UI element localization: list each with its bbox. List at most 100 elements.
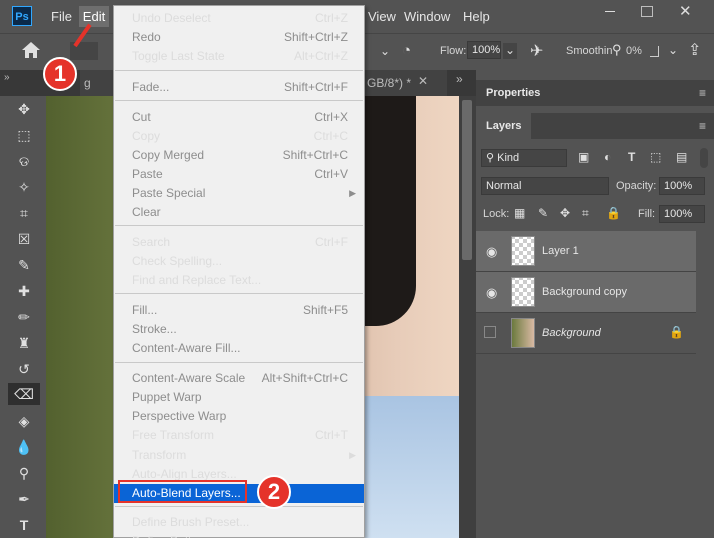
filter-pixel-icon[interactable]: ▣ [578,150,589,164]
close-icon[interactable]: ✕ [679,2,692,20]
step-2-callout: 2 [257,475,291,509]
blend-mode-select[interactable]: Normal [481,177,609,195]
layer-row[interactable]: ◉ Layer 1 [476,231,696,272]
menu-item[interactable]: Find and Replace Text... [114,271,364,290]
menu-item[interactable]: Search Ctrl+F [114,233,364,252]
panel-menu-icon[interactable]: ≡ [699,86,706,100]
layer-thumbnail [511,318,535,348]
filter-type-icon[interactable]: T [628,150,635,164]
properties-panel-header: Properties ≡ [476,80,714,106]
menu-item[interactable]: Check Spelling... [114,252,364,271]
magic-wand-tool-icon[interactable]: ✧ [13,176,35,198]
lasso-tool-icon[interactable]: ଡ [13,150,35,172]
share-icon[interactable]: ⇪ [688,40,701,60]
menu-item-label: Define Brush Preset... [132,515,250,529]
lock-image-icon[interactable]: ✎ [538,206,548,220]
menu-item-label: Content-Aware Fill... [132,341,241,355]
eye-icon[interactable]: ◉ [486,285,497,301]
maximize-icon[interactable] [641,6,653,17]
flow-field[interactable]: 100% [467,41,501,59]
smoothing-value[interactable]: 0% [626,45,642,57]
blur-tool-icon[interactable]: 💧 [13,436,35,458]
chevron-down-icon[interactable]: ⌄ [503,43,517,59]
airbrush-icon[interactable]: ✈ [530,41,543,61]
filter-adjustment-icon[interactable]: ◐ [604,150,611,164]
history-brush-tool-icon[interactable]: ↺ [13,358,35,380]
menu-view[interactable]: View [368,9,396,24]
marquee-tool-icon[interactable]: ⬚ [13,124,35,146]
fill-field[interactable]: 100% [659,205,705,223]
chevron-down-icon[interactable]: ⌄ [380,44,390,58]
menu-item-label: Stroke... [132,322,177,336]
eye-icon[interactable]: ◉ [486,244,497,260]
crop-tool-icon[interactable]: ⌗ [13,202,35,224]
submenu-arrow-icon: ▶ [349,450,356,460]
layer-name[interactable]: Background copy [542,286,627,298]
tab-document-2[interactable]: GB/8*) * [365,70,447,96]
menu-item-label: Define Patt... [132,532,201,538]
tab-layers[interactable]: Layers [476,113,532,139]
menu-edit[interactable]: Edit [79,6,109,27]
layer-kind-filter[interactable]: ⚲ Kind [481,149,567,167]
menu-item[interactable]: Undo Deselect Ctrl+Z [114,9,364,28]
menu-item[interactable]: Transform ▶ [114,446,364,465]
lock-all-icon[interactable]: 🔒 [606,206,621,220]
menu-item-label: Perspective Warp [132,409,227,423]
menu-item-label: Redo [132,30,161,44]
collapse-toolbar-icon[interactable]: » [4,72,10,83]
chevron-down-icon[interactable]: ⌄ [668,43,678,57]
menu-item: Clear [114,203,364,222]
menu-item-label: Fill... [132,303,158,317]
eraser-tool-icon[interactable]: ⌫ [8,383,40,405]
layer-row[interactable]: ◉ Background copy [476,272,696,313]
pressure-opacity-icon[interactable]: ◔ [402,42,411,59]
layer-name[interactable]: Background [542,327,601,339]
menu-item[interactable]: Copy Ctrl+C [114,127,364,146]
photoshop-logo: Ps [12,6,32,26]
home-icon[interactable] [20,40,46,62]
frame-tool-icon[interactable]: ☒ [13,228,35,250]
menu-item-shortcut: Ctrl+C [313,129,348,143]
clone-stamp-tool-icon[interactable]: ♜ [13,332,35,354]
menu-file[interactable]: File [51,9,72,24]
menu-item: Redo Shift+Ctrl+Z [114,28,364,47]
minimize-icon[interactable] [600,5,622,19]
layer-name[interactable]: Layer 1 [542,245,579,257]
filter-smart-object-icon[interactable]: ▤ [676,150,687,164]
flow-label: Flow: [440,45,467,57]
tab-document-1[interactable]: g [80,70,114,96]
canvas-scroll-thumb[interactable] [462,100,472,260]
dodge-tool-icon[interactable]: ⚲ [13,462,35,484]
menu-separator [115,506,363,507]
pen-tool-icon[interactable]: ✒ [13,488,35,510]
menu-item[interactable]: Free Transform Ctrl+T [114,426,364,445]
menu-item: Paste Ctrl+V [114,165,364,184]
move-tool-icon[interactable]: ✥ [13,98,35,120]
opacity-field[interactable]: 100% [659,177,705,195]
filter-shape-icon[interactable]: ⬚ [650,150,661,164]
menu-item-shortcut: Ctrl+Z [315,11,348,25]
menu-item-label: Copy Merged [132,148,205,162]
menu-item-label: Transform [132,448,187,462]
menu-window[interactable]: Window [404,9,450,24]
menu-help[interactable]: Help [463,9,490,24]
tab-properties[interactable]: Properties [476,80,550,106]
menu-item[interactable]: Define Brush Preset... [114,513,364,532]
filter-toggle[interactable] [700,148,708,168]
type-tool-icon[interactable]: T [13,514,35,536]
lock-position-icon[interactable]: ✥ [560,206,570,220]
lock-artboard-icon[interactable]: ⌗ [582,206,589,221]
lock-transparent-icon[interactable]: ▦ [514,206,525,220]
brush-tool-icon[interactable]: ✏ [13,306,35,328]
menu-item-shortcut: Shift+Ctrl+C [282,148,348,162]
layer-row[interactable]: Background 🔒 [476,313,696,354]
close-tab-icon[interactable]: ✕ [418,74,428,88]
paint-bucket-tool-icon[interactable]: ◈ [13,410,35,432]
menu-item[interactable]: Define Patt... [114,532,364,538]
healing-brush-tool-icon[interactable]: ✚ [13,280,35,302]
eyedropper-tool-icon[interactable]: ✎ [13,254,35,276]
panel-menu-icon[interactable]: ≡ [699,119,706,133]
visibility-toggle[interactable] [484,326,496,338]
menu-item[interactable]: Toggle Last State Alt+Ctrl+Z [114,47,364,66]
tab-overflow-icon[interactable]: » [456,72,463,86]
